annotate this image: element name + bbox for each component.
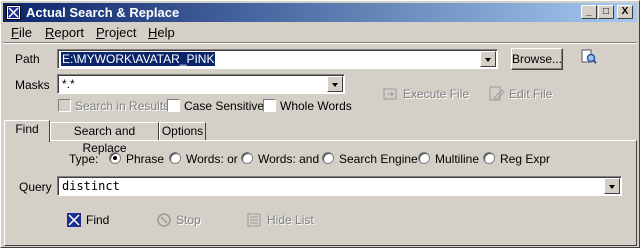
find-file-icon[interactable] xyxy=(581,49,597,65)
query-label: Query xyxy=(19,180,52,194)
tab-find[interactable]: Find xyxy=(4,120,50,142)
type-words-and-radio[interactable] xyxy=(241,152,253,164)
type-search-engine-radio[interactable] xyxy=(322,152,334,164)
type-multiline-radio[interactable] xyxy=(418,152,430,164)
find-button[interactable]: Find xyxy=(66,212,109,228)
edit-file-icon xyxy=(489,86,505,102)
type-phrase-radio[interactable] xyxy=(109,152,121,164)
search-in-results-label: Search in Results xyxy=(75,99,170,113)
case-sensitive-checkbox[interactable] xyxy=(167,99,180,112)
maximize-button[interactable]: □ xyxy=(598,5,614,19)
menu-report[interactable]: Report xyxy=(45,25,84,40)
minimize-button[interactable]: _ xyxy=(581,5,597,19)
type-search-engine-label: Search Engine xyxy=(339,152,418,166)
execute-file-button[interactable]: Execute File xyxy=(383,86,469,102)
path-value: E:\MYWORK\AVATAR_PINK xyxy=(61,52,216,66)
type-label: Type: xyxy=(69,152,99,166)
stop-icon xyxy=(156,212,172,228)
hide-list-icon xyxy=(247,212,263,228)
title-bar[interactable]: Actual Search & Replace _ □ X xyxy=(3,3,637,22)
window-title: Actual Search & Replace xyxy=(26,5,180,20)
menu-bar: File Report Project Help xyxy=(3,23,637,41)
masks-combobox[interactable]: *.* xyxy=(57,74,345,94)
close-button[interactable]: X xyxy=(617,5,633,19)
query-value: distinct xyxy=(62,179,120,193)
whole-words-label: Whole Words xyxy=(280,99,352,113)
stop-button[interactable]: Stop xyxy=(156,212,201,228)
whole-words-checkbox[interactable] xyxy=(263,99,276,112)
path-combobox[interactable]: E:\MYWORK\AVATAR_PINK xyxy=(57,49,498,69)
query-combobox[interactable]: distinct xyxy=(57,176,622,196)
menu-file[interactable]: File xyxy=(11,25,32,40)
main-window: Actual Search & Replace _ □ X File Repor… xyxy=(0,0,640,248)
type-phrase-label: Phrase xyxy=(126,152,165,166)
type-reg-expr-label: Reg Expr xyxy=(500,152,551,166)
type-multiline-label: Multiline xyxy=(435,152,480,166)
query-dropdown-icon[interactable] xyxy=(604,178,620,194)
menu-separator xyxy=(3,42,637,44)
path-dropdown-icon[interactable] xyxy=(480,51,496,67)
type-words-or-radio[interactable] xyxy=(169,152,181,164)
case-sensitive-label: Case Sensitive xyxy=(184,99,265,113)
execute-file-icon xyxy=(383,86,399,102)
masks-value: *.* xyxy=(62,77,75,91)
type-words-or-label: Words: or xyxy=(186,152,238,166)
search-in-results-checkbox[interactable] xyxy=(58,99,71,112)
masks-label: Masks xyxy=(15,78,50,92)
browse-button[interactable]: Browse... xyxy=(511,48,563,70)
tab-options[interactable]: Options xyxy=(159,122,206,141)
type-reg-expr-radio[interactable] xyxy=(483,152,495,164)
app-icon[interactable] xyxy=(6,5,21,20)
masks-dropdown-icon[interactable] xyxy=(327,76,343,92)
edit-file-button[interactable]: Edit File xyxy=(489,86,552,102)
find-icon xyxy=(66,212,82,228)
tab-search-and-replace[interactable]: Search and Replace xyxy=(50,122,159,155)
menu-project[interactable]: Project xyxy=(96,25,136,40)
menu-help[interactable]: Help xyxy=(148,25,175,40)
type-words-and-label: Words: and xyxy=(258,152,320,166)
path-label: Path xyxy=(15,52,40,66)
hide-list-button[interactable]: Hide List xyxy=(247,212,314,228)
